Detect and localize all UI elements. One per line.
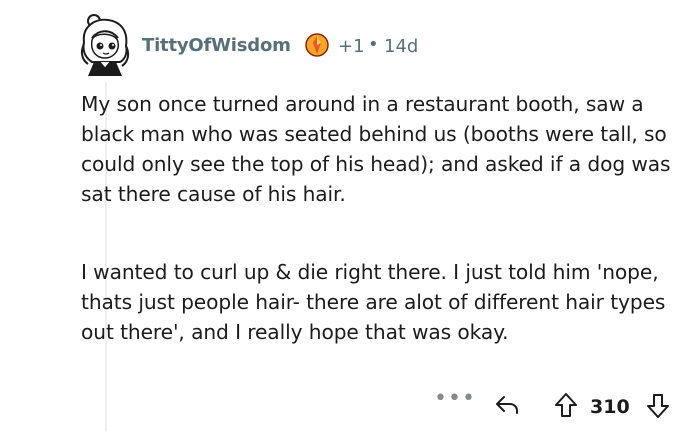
award-count: +1 [338,36,365,57]
award-icon[interactable] [304,32,330,58]
comment: TittyOfWisdom +1 • 14d My son once turne… [0,0,700,431]
more-options-button[interactable]: ••• [434,388,475,414]
comment-author[interactable]: TittyOfWisdom [142,35,291,56]
comment-paragraph: I wanted to curl up & die right there. I… [81,260,666,344]
downvote-arrow-icon[interactable] [645,392,671,420]
upvote-arrow-icon[interactable] [553,391,579,419]
user-avatar[interactable] [76,12,136,76]
vote-score: 310 [590,396,630,418]
meta-separator: • [368,34,379,55]
avatar-illustration [80,14,130,76]
reply-arrow-icon[interactable] [494,393,520,417]
comment-paragraph: My son once turned around in a restauran… [81,92,671,206]
comment-age: 14d [384,36,419,57]
